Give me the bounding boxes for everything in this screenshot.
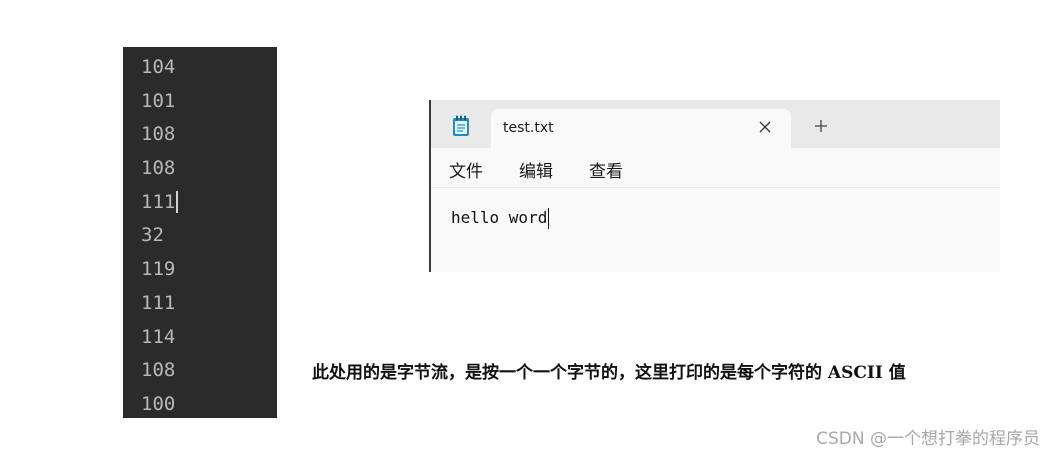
text-caret (176, 191, 178, 214)
tab-test-txt[interactable]: test.txt (491, 109, 791, 148)
notepad-window: test.txt 文件 编辑 查看 hello word (429, 100, 1000, 272)
close-icon[interactable] (757, 119, 773, 135)
console-line: 108 (141, 123, 176, 146)
console-line-text: 111 (141, 190, 176, 213)
console-line: 104 (141, 56, 176, 78)
watermark: CSDN @一个想打拳的程序员 (816, 429, 1040, 449)
menu-bar: 文件 编辑 查看 (431, 148, 1000, 188)
console-line: 100 (141, 392, 176, 415)
console-output-panel: 104 101 108 108 111 32 119 111 114 108 1… (123, 47, 277, 418)
editor-text: hello word (451, 208, 548, 227)
menu-item-edit[interactable]: 编辑 (519, 157, 553, 182)
console-line: 108 (141, 359, 176, 382)
console-line: 114 (141, 325, 176, 348)
console-line-with-caret[interactable]: 111 (141, 186, 277, 220)
text-caret (548, 208, 550, 229)
console-line: 32 (141, 224, 164, 247)
notepad-icon (453, 115, 469, 136)
menu-item-file[interactable]: 文件 (449, 157, 483, 182)
console-line: 108 (141, 157, 176, 180)
tab-title: test.txt (503, 120, 554, 136)
editor-content: hello word (451, 208, 550, 229)
console-line: 119 (141, 258, 176, 281)
console-line: 111 (141, 291, 176, 314)
console-line: 101 (141, 89, 176, 112)
tab-bar: test.txt (431, 100, 1000, 148)
caption-text: 此处用的是字节流，是按一个一个字节的，这里打印的是每个字符的 ASCII 值 (312, 363, 906, 383)
plus-icon[interactable] (813, 118, 829, 134)
text-editor-area[interactable]: hello word (431, 188, 1000, 272)
menu-item-view[interactable]: 查看 (589, 157, 623, 182)
